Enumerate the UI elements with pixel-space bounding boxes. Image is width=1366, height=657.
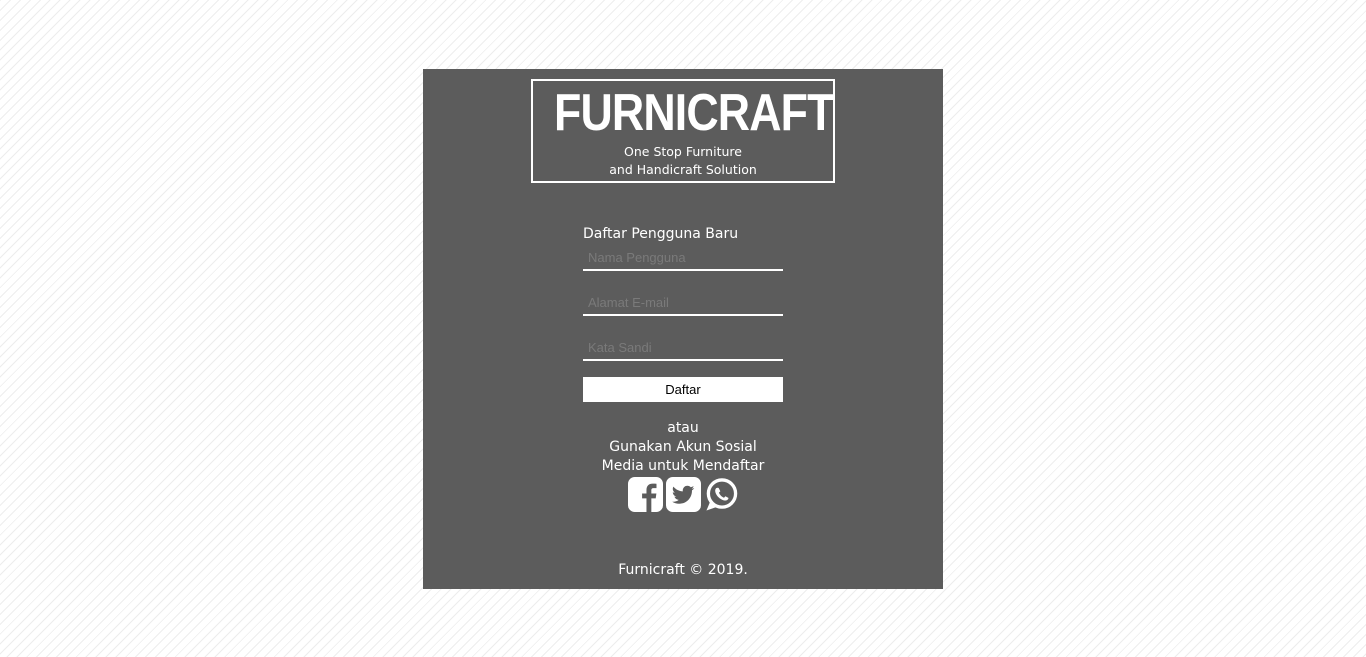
register-form: Daftar Pengguna Baru Daftar: [583, 225, 783, 402]
facebook-icon[interactable]: [627, 477, 663, 512]
social-text-line2: Media untuk Mendaftar: [601, 458, 765, 474]
brand-name: FURNICRAFT: [554, 84, 834, 142]
social-signup-text: atau Gunakan Akun Sosial Media untuk Men…: [583, 419, 783, 476]
email-input[interactable]: [583, 290, 783, 316]
social-icons: [627, 477, 739, 515]
register-card: FURNICRAFT One Stop Furniture and Handic…: [423, 69, 943, 589]
brand-tagline-line1: One Stop Furniture: [624, 144, 742, 159]
password-input[interactable]: [583, 335, 783, 361]
brand-tagline-line2: and Handicraft Solution: [609, 162, 757, 177]
brand-logo-box: FURNICRAFT One Stop Furniture and Handic…: [531, 79, 835, 183]
social-text-line1: Gunakan Akun Sosial: [609, 439, 757, 455]
form-title: Daftar Pengguna Baru: [583, 226, 739, 242]
whatsapp-icon[interactable]: [704, 477, 739, 512]
username-input[interactable]: [583, 245, 783, 271]
register-button[interactable]: Daftar: [583, 377, 783, 402]
footer-copyright: Furnicraft © 2019.: [618, 562, 748, 578]
twitter-icon[interactable]: [665, 477, 701, 512]
or-text: atau: [667, 420, 699, 436]
